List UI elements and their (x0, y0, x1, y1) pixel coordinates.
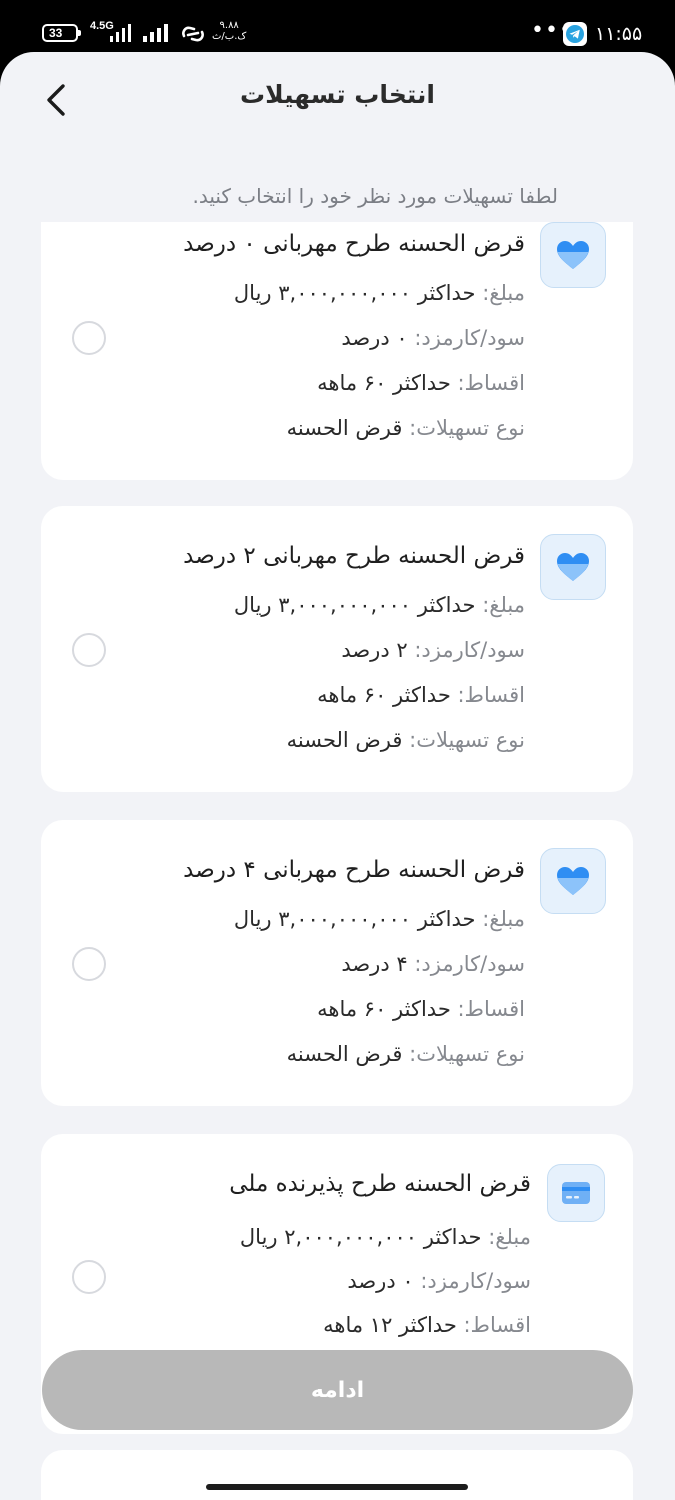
type-label: نوع تسهیلات: (409, 728, 525, 752)
installments-label: اقساط: (457, 371, 525, 395)
amount-row: مبلغ: حداکثر ۳,۰۰۰,۰۰۰,۰۰۰ ریال (65, 902, 525, 936)
interest-value: ۲ درصد (341, 638, 408, 662)
card-title: قرض الحسنه طرح پذیرنده ملی (229, 1171, 531, 1197)
interest-label: سود/کارمزد: (414, 638, 525, 662)
installments-label: اقساط: (457, 683, 525, 707)
installments-value: حداکثر ۱۲ ماهه (323, 1313, 457, 1337)
type-row: نوع تسهیلات: قرض الحسنه (65, 1037, 525, 1071)
amount-value: حداکثر ۳,۰۰۰,۰۰۰,۰۰۰ ریال (233, 907, 476, 931)
card-icon-box (547, 1164, 605, 1222)
facility-card[interactable]: قرض الحسنه طرح مهربانی ۰ درصد مبلغ: حداک… (41, 222, 633, 480)
amount-row: مبلغ: حداکثر ۲,۰۰۰,۰۰۰,۰۰۰ ریال (71, 1220, 531, 1254)
interest-row: سود/کارمزد: ۲ درصد (65, 633, 525, 667)
network-speed: ۹.۸۸ ک.ب/ث (212, 20, 246, 42)
select-radio[interactable] (72, 947, 106, 981)
heart-icon (557, 553, 589, 581)
amount-label: مبلغ: (482, 907, 525, 931)
select-radio[interactable] (72, 633, 106, 667)
interest-value: ۴ درصد (341, 952, 408, 976)
card-title: قرض الحسنه طرح مهربانی ۲ درصد (183, 543, 525, 569)
facility-card[interactable]: قرض الحسنه طرح مهربانی ۲ درصد مبلغ: حداک… (41, 506, 633, 792)
continue-button[interactable]: ادامه (42, 1350, 633, 1430)
interest-value: ۰ درصد (347, 1269, 414, 1293)
card-title: قرض الحسنه طرح مهربانی ۰ درصد (183, 231, 525, 257)
heart-icon (557, 867, 589, 895)
facility-list[interactable]: قرض الحسنه طرح مهربانی ۰ درصد مبلغ: حداک… (0, 222, 675, 1500)
battery-level: 33 (49, 26, 63, 40)
installments-value: حداکثر ۶۰ ماهه (317, 371, 451, 395)
interest-label: سود/کارمزد: (414, 952, 525, 976)
home-indicator[interactable] (206, 1484, 468, 1490)
type-value: قرض الحسنه (286, 1042, 403, 1066)
interest-label: سود/کارمزد: (414, 326, 525, 350)
link-icon (182, 26, 204, 42)
instruction-text: لطفا تسهیلات مورد نظر خود را انتخاب کنید… (192, 184, 558, 208)
installments-row: اقساط: حداکثر ۶۰ ماهه (65, 992, 525, 1026)
installments-label: اقساط: (463, 1313, 531, 1337)
amount-label: مبلغ: (488, 1225, 531, 1249)
type-value: قرض الحسنه (286, 728, 403, 752)
amount-value: حداکثر ۳,۰۰۰,۰۰۰,۰۰۰ ریال (233, 281, 476, 305)
interest-label: سود/کارمزد: (420, 1269, 531, 1293)
interest-row: سود/کارمزد: ۰ درصد (71, 1264, 531, 1298)
interest-row: سود/کارمزد: ۰ درصد (65, 321, 525, 355)
telegram-icon (563, 22, 587, 46)
installments-row: اقساط: حداکثر ۶۰ ماهه (65, 678, 525, 712)
type-label: نوع تسهیلات: (409, 416, 525, 440)
type-value: قرض الحسنه (286, 416, 403, 440)
facility-card[interactable]: قرض الحسنه طرح مهربانی ۴ درصد مبلغ: حداک… (41, 820, 633, 1106)
status-bar: 33 4.5G ۹.۸۸ ک.ب/ث ••• ۱۱:۵۵ (0, 0, 675, 52)
select-radio[interactable] (72, 321, 106, 355)
installments-value: حداکثر ۶۰ ماهه (317, 683, 451, 707)
heart-icon (557, 241, 589, 269)
battery-icon: 33 (42, 24, 81, 42)
select-radio[interactable] (72, 1260, 106, 1294)
installments-value: حداکثر ۶۰ ماهه (317, 997, 451, 1021)
facility-selection-sheet: انتخاب تسهیلات لطفا تسهیلات مورد نظر خود… (0, 52, 675, 1500)
page-title: انتخاب تسهیلات (239, 80, 436, 109)
amount-label: مبلغ: (482, 281, 525, 305)
interest-value: ۰ درصد (341, 326, 408, 350)
card-icon-box (540, 848, 606, 914)
signal-icon-secondary (143, 24, 168, 42)
interest-row: سود/کارمزد: ۴ درصد (65, 947, 525, 981)
card-icon-box (540, 222, 606, 288)
signal-icon (110, 24, 131, 42)
type-row: نوع تسهیلات: قرض الحسنه (65, 723, 525, 757)
type-label: نوع تسهیلات: (409, 1042, 525, 1066)
header: انتخاب تسهیلات (0, 52, 675, 152)
network-speed-value: ۹.۸۸ (219, 20, 239, 31)
installments-label: اقساط: (457, 997, 525, 1021)
amount-label: مبلغ: (482, 593, 525, 617)
amount-row: مبلغ: حداکثر ۳,۰۰۰,۰۰۰,۰۰۰ ریال (65, 276, 525, 310)
facility-card[interactable] (41, 1450, 633, 1500)
network-speed-unit: ک.ب/ث (212, 31, 247, 42)
installments-row: اقساط: حداکثر ۶۰ ماهه (65, 366, 525, 400)
card-title: قرض الحسنه طرح مهربانی ۴ درصد (183, 857, 525, 883)
clock: ۱۱:۵۵ (595, 23, 643, 45)
type-row: نوع تسهیلات: قرض الحسنه (65, 411, 525, 445)
card-icon (562, 1182, 590, 1204)
card-icon-box (540, 534, 606, 600)
amount-value: حداکثر ۲,۰۰۰,۰۰۰,۰۰۰ ریال (239, 1225, 482, 1249)
amount-row: مبلغ: حداکثر ۳,۰۰۰,۰۰۰,۰۰۰ ریال (65, 588, 525, 622)
amount-value: حداکثر ۳,۰۰۰,۰۰۰,۰۰۰ ریال (233, 593, 476, 617)
installments-row: اقساط: حداکثر ۱۲ ماهه (71, 1308, 531, 1342)
